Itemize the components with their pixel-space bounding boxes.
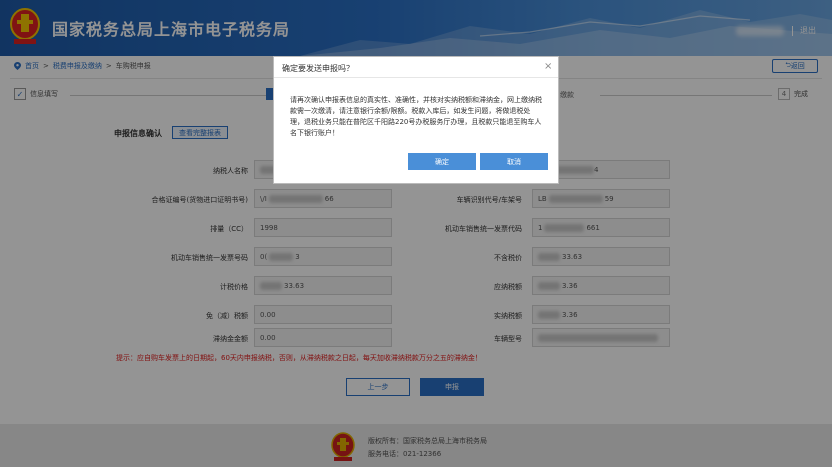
dialog-divider	[274, 77, 558, 78]
confirm-button[interactable]: 确定	[408, 153, 476, 170]
confirm-dialog: 确定要发送申报吗？ × 请再次确认申报表信息的真实性、准确性，并核对实纳税额和滞…	[273, 56, 559, 184]
dialog-message: 请再次确认申报表信息的真实性、准确性，并核对实纳税额和滞纳金，网上缴纳税款需一次…	[290, 96, 542, 137]
cancel-button[interactable]: 取消	[480, 153, 548, 170]
dialog-title: 确定要发送申报吗？	[282, 64, 354, 73]
close-icon[interactable]: ×	[544, 61, 552, 72]
